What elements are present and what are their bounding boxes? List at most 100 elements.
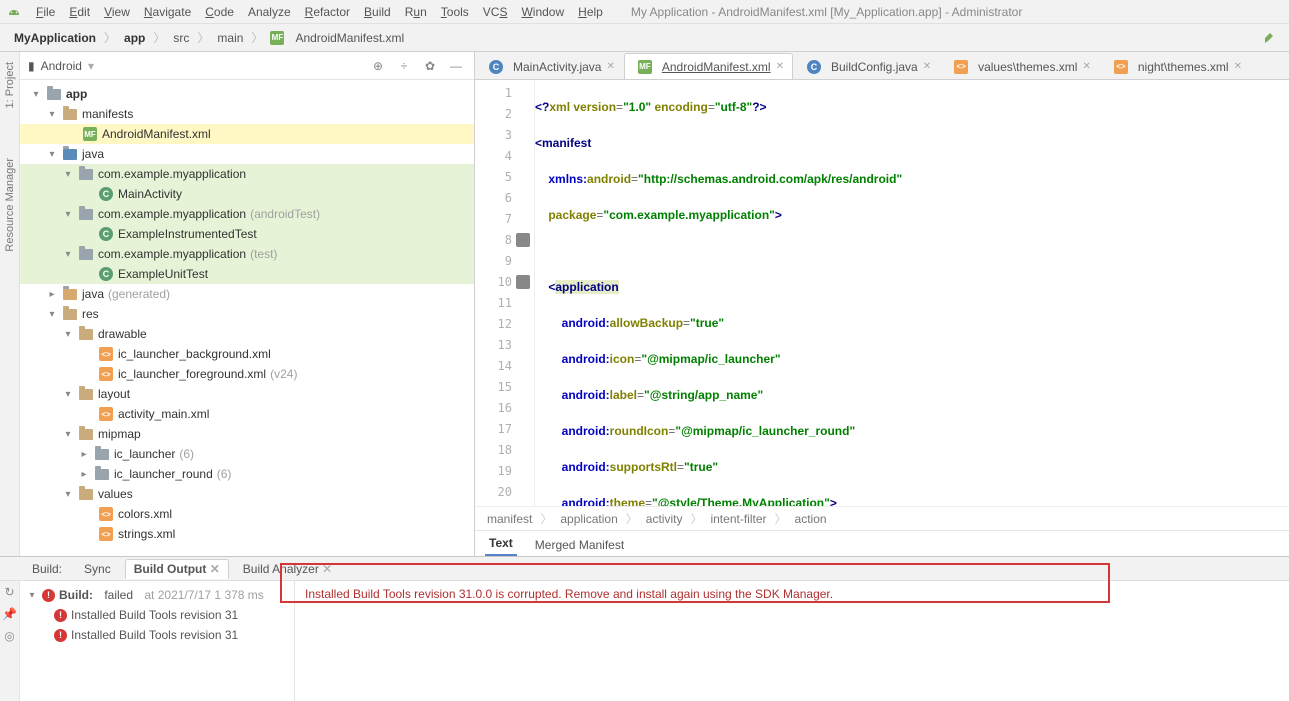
tab-mainactivity[interactable]: CMainActivity.java✕: [475, 53, 624, 79]
error-icon: !: [54, 629, 67, 642]
gutter-image-icon[interactable]: [516, 275, 530, 289]
tree-pkg2[interactable]: com.example.myapplication: [98, 207, 246, 221]
close-icon[interactable]: ✕: [923, 61, 931, 72]
eye-icon[interactable]: ◎: [4, 629, 14, 643]
tab-themes-night[interactable]: <>night\themes.xml✕: [1100, 53, 1251, 79]
bc-action[interactable]: action: [795, 512, 827, 526]
menu-file[interactable]: File: [30, 3, 61, 21]
tree-mainactivity[interactable]: MainActivity: [118, 187, 182, 201]
build-msg-2[interactable]: Installed Build Tools revision 31: [71, 628, 238, 642]
menu-tools[interactable]: Tools: [435, 3, 475, 21]
menu-help[interactable]: Help: [572, 3, 609, 21]
bc-manifest[interactable]: manifest: [487, 512, 532, 526]
tree-ic-bg[interactable]: ic_launcher_background.xml: [118, 347, 271, 361]
tab-themes-values[interactable]: <>values\themes.xml✕: [940, 53, 1100, 79]
gutter-image-icon[interactable]: [516, 233, 530, 247]
project-view-selector[interactable]: Android: [41, 59, 82, 73]
tree-unittest[interactable]: ExampleUnitTest: [118, 267, 208, 281]
chevron-right-icon: 〉: [249, 29, 265, 46]
tree-res[interactable]: res: [82, 307, 99, 321]
tree-manifest-file[interactable]: AndroidManifest.xml: [102, 127, 211, 141]
tree-drawable[interactable]: drawable: [98, 327, 147, 341]
chevron-right-icon: 〉: [195, 29, 211, 46]
close-icon[interactable]: ✕: [776, 61, 784, 72]
tab-manifest[interactable]: MFAndroidManifest.xml✕: [624, 53, 793, 79]
tree-instrumented[interactable]: ExampleInstrumentedTest: [118, 227, 257, 241]
crumb-src[interactable]: src: [167, 29, 195, 47]
chevron-right-icon: 〉: [102, 29, 118, 46]
bc-application[interactable]: application: [560, 512, 617, 526]
locate-icon[interactable]: ⊕: [368, 56, 388, 76]
tree-ic-launcher-round[interactable]: ic_launcher_round: [114, 467, 213, 481]
tree-pkg3[interactable]: com.example.myapplication: [98, 247, 246, 261]
window-title: My Application - AndroidManifest.xml [My…: [631, 5, 1023, 19]
tree-java[interactable]: java: [82, 147, 104, 161]
close-icon[interactable]: ✕: [1234, 61, 1242, 72]
tree-colors[interactable]: colors.xml: [118, 507, 172, 521]
menu-view[interactable]: View: [98, 3, 136, 21]
build-tab-sync[interactable]: Sync: [76, 560, 119, 578]
editor-subtabs: Text Merged Manifest: [475, 530, 1289, 556]
rail-resource-manager[interactable]: Resource Manager: [4, 158, 16, 252]
crumb-module[interactable]: app: [118, 29, 151, 47]
tab-buildconfig[interactable]: CBuildConfig.java✕: [793, 53, 940, 79]
app-logo-icon: [6, 4, 22, 20]
tree-pkg1[interactable]: com.example.myapplication: [98, 167, 246, 181]
menu-build[interactable]: Build: [358, 3, 397, 21]
crumb-file[interactable]: AndroidManifest.xml: [289, 29, 410, 47]
menu-code[interactable]: Code: [199, 3, 240, 21]
close-icon[interactable]: ✕: [210, 562, 220, 576]
close-icon[interactable]: ✕: [1082, 61, 1090, 72]
build-msg-1[interactable]: Installed Build Tools revision 31: [71, 608, 238, 622]
menu-navigate[interactable]: Navigate: [138, 3, 197, 21]
menu-window[interactable]: Window: [515, 3, 570, 21]
project-header: ▮ Android ▾ ⊕ ÷ ✿ —: [20, 52, 474, 80]
code-content[interactable]: <?xml version="1.0" encoding="utf-8"?> <…: [535, 80, 1289, 506]
tree-ic-fg[interactable]: ic_launcher_foreground.xml: [118, 367, 266, 381]
project-tree[interactable]: ▾app ▾manifests MFAndroidManifest.xml ▾j…: [20, 80, 474, 556]
crumb-main[interactable]: main: [211, 29, 249, 47]
tree-app[interactable]: app: [66, 87, 87, 101]
menu-refactor[interactable]: Refactor: [299, 3, 356, 21]
navigation-bar: MyApplication 〉 app 〉 src 〉 main 〉 MF An…: [0, 24, 1289, 52]
tree-layout[interactable]: layout: [98, 387, 130, 401]
bc-intent-filter[interactable]: intent-filter: [710, 512, 766, 526]
subtab-merged[interactable]: Merged Manifest: [531, 534, 628, 556]
code-editor[interactable]: 123 456 7 8 9 10 111213 141516 171819 20…: [475, 80, 1289, 506]
menu-vcs[interactable]: VCS: [477, 3, 514, 21]
tree-java-gen[interactable]: java: [82, 287, 104, 301]
menu-analyze[interactable]: Analyze: [242, 3, 297, 21]
tree-strings[interactable]: strings.xml: [118, 527, 175, 541]
android-view-icon: ▮: [28, 59, 35, 73]
project-tool-window: ▮ Android ▾ ⊕ ÷ ✿ — ▾app ▾manifests MFAn…: [20, 52, 475, 556]
build-tab-output[interactable]: Build Output ✕: [125, 559, 229, 579]
tree-mipmap[interactable]: mipmap: [98, 427, 141, 441]
error-highlight-box: [280, 563, 1110, 603]
build-tool-window: Build: Sync Build Output ✕ Build Analyze…: [0, 556, 1289, 701]
tree-ic-launcher[interactable]: ic_launcher: [114, 447, 175, 461]
hide-icon[interactable]: —: [446, 56, 466, 76]
menu-bar: File Edit View Navigate Code Analyze Ref…: [0, 0, 1289, 24]
bc-activity[interactable]: activity: [646, 512, 683, 526]
left-tool-rail: 1: Project Resource Manager: [0, 52, 20, 556]
build-toolbar: ↻ 📌 ◎: [0, 581, 20, 701]
manifest-file-icon: MF: [269, 30, 285, 46]
build-tree[interactable]: ▾!Build: failed at 2021/7/17 1 378 ms !I…: [20, 581, 295, 701]
close-icon[interactable]: ✕: [606, 61, 614, 72]
chevron-down-icon: ▾: [88, 59, 94, 73]
crumb-project[interactable]: MyApplication: [8, 29, 102, 47]
main-area: 1: Project Resource Manager ▮ Android ▾ …: [0, 52, 1289, 556]
gear-icon[interactable]: ✿: [420, 56, 440, 76]
subtab-text[interactable]: Text: [485, 532, 517, 556]
build-hammer-icon[interactable]: [1259, 27, 1281, 49]
tree-activity-main[interactable]: activity_main.xml: [118, 407, 209, 421]
menu-edit[interactable]: Edit: [63, 3, 96, 21]
tree-values[interactable]: values: [98, 487, 133, 501]
divide-icon[interactable]: ÷: [394, 56, 414, 76]
rail-project[interactable]: 1: Project: [4, 62, 16, 108]
build-message-panel[interactable]: Installed Build Tools revision 31.0.0 is…: [295, 581, 1289, 701]
menu-run[interactable]: Run: [399, 3, 433, 21]
pin-icon[interactable]: 📌: [2, 607, 17, 621]
rerun-icon[interactable]: ↻: [4, 585, 14, 599]
tree-manifests[interactable]: manifests: [82, 107, 133, 121]
